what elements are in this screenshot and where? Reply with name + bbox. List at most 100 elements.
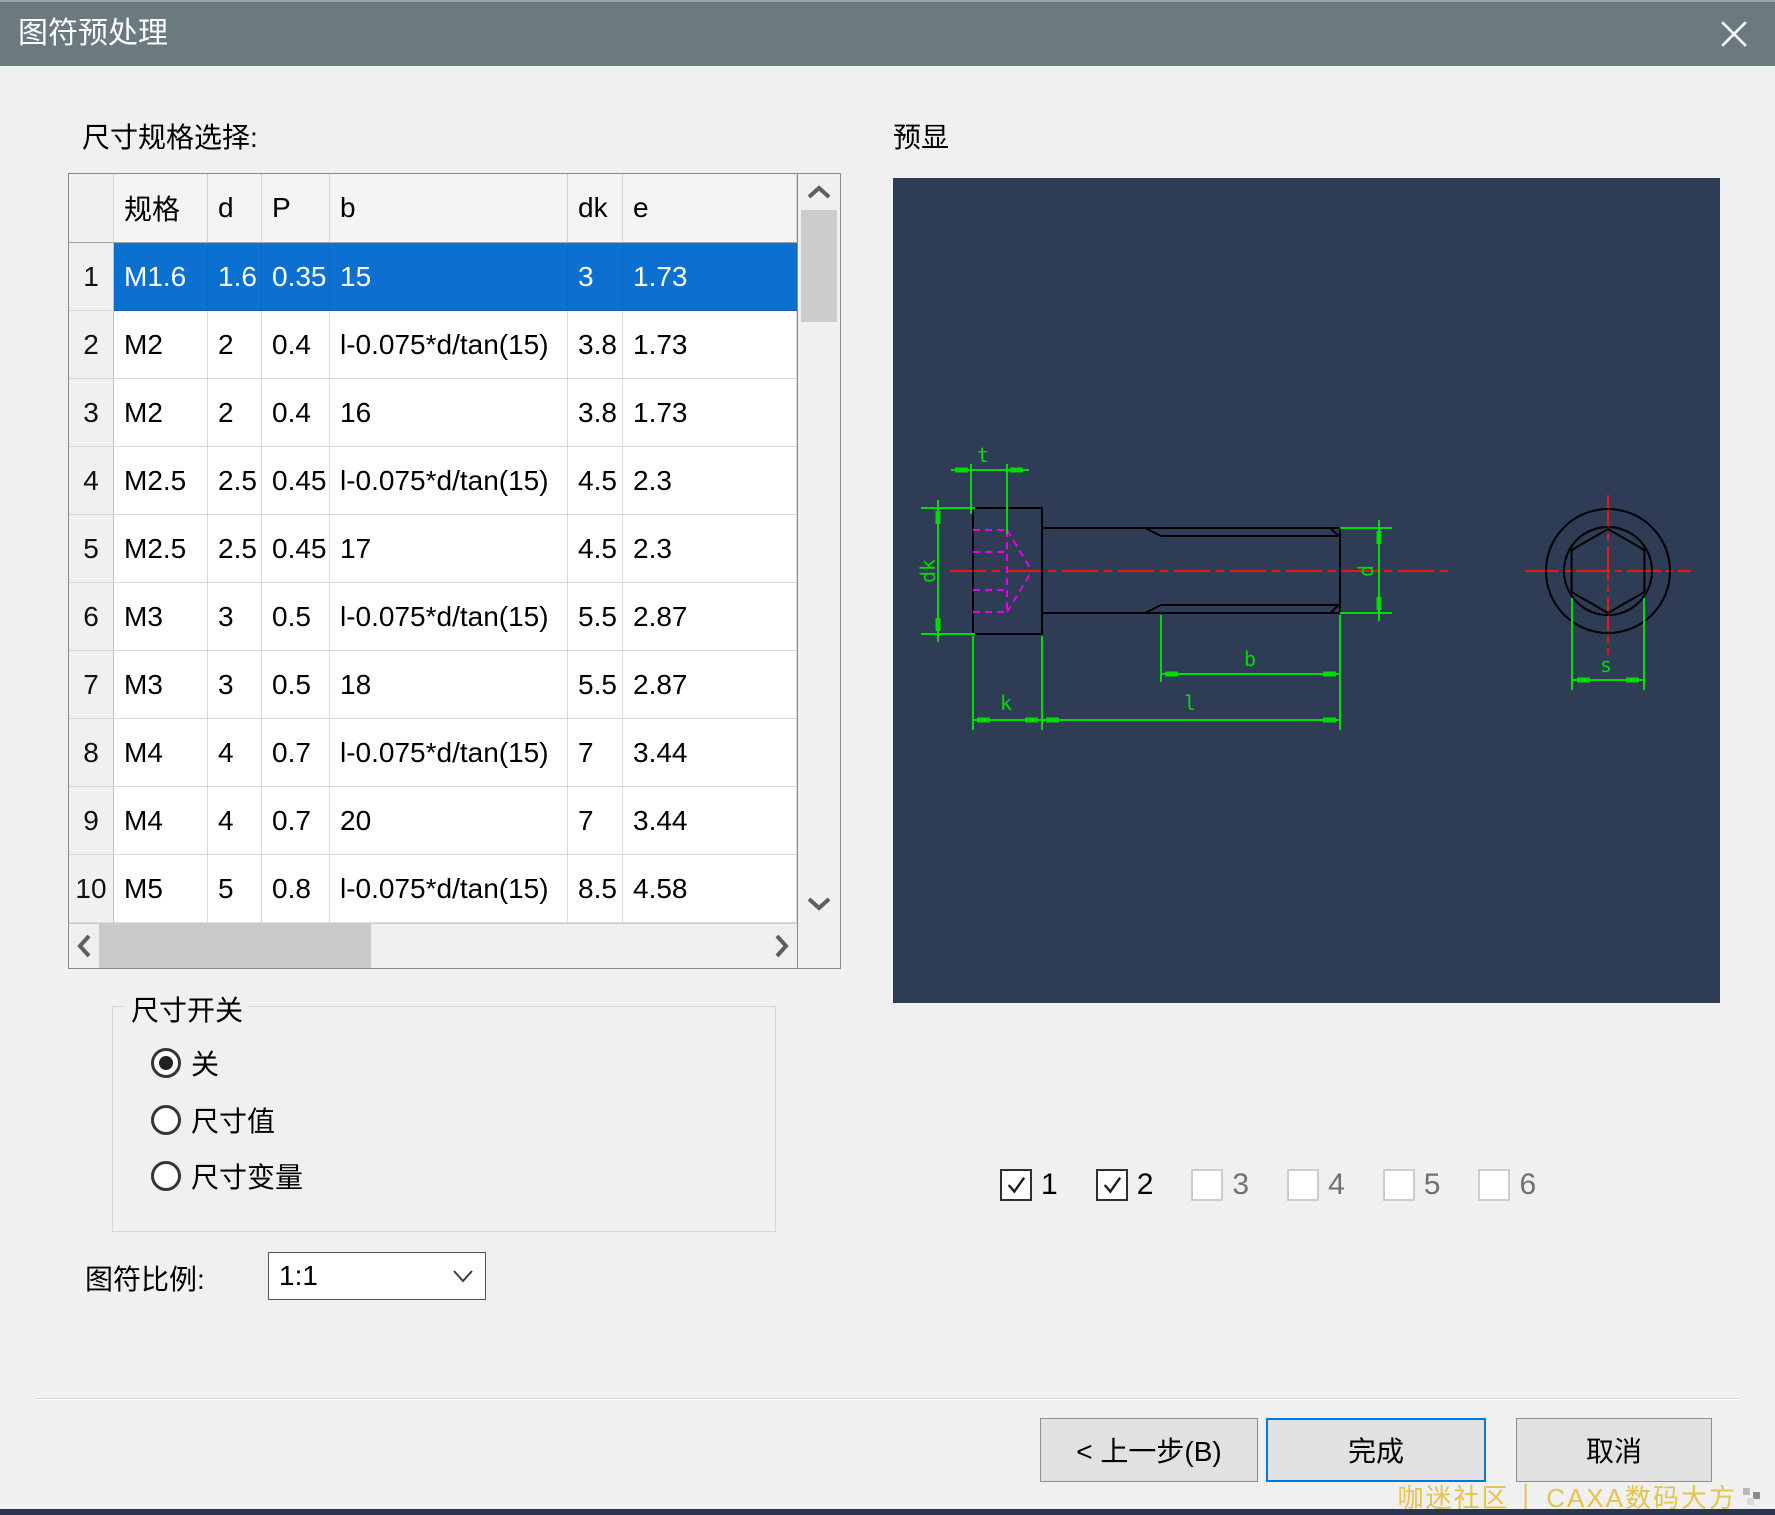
table-row[interactable]: 9M440.72073.44	[69, 787, 797, 855]
dim-label-l: l	[1184, 691, 1196, 715]
table-cell: 3.8	[568, 379, 623, 447]
table-cell: 4	[208, 787, 262, 855]
table-cell: M2	[114, 311, 208, 379]
dim-label-dk: dk	[916, 559, 940, 583]
chevron-down-icon	[451, 1269, 485, 1284]
scroll-down-arrow[interactable]	[798, 888, 840, 920]
table-cell: 0.8	[262, 855, 330, 923]
back-button[interactable]: < 上一步(B)	[1040, 1418, 1258, 1482]
table-cell: 5	[208, 855, 262, 923]
table-cell: l-0.075*d/tan(15)	[330, 447, 568, 515]
table-row[interactable]: 8M440.7l-0.075*d/tan(15)73.44	[69, 719, 797, 787]
row-number: 8	[69, 719, 114, 787]
row-number: 6	[69, 583, 114, 651]
radio-label: 尺寸变量	[191, 1156, 303, 1196]
table-cell: M4	[114, 719, 208, 787]
table-cell: 2.87	[623, 583, 797, 651]
column-header: e	[623, 174, 797, 243]
table-row[interactable]: 7M330.5185.52.87	[69, 651, 797, 719]
row-number: 10	[69, 855, 114, 923]
column-header: 规格	[114, 174, 208, 243]
scale-select[interactable]: 1:1	[268, 1252, 486, 1300]
checkbox-label: 4	[1328, 1168, 1345, 1202]
table-cell: M3	[114, 651, 208, 719]
table-cell: M4	[114, 787, 208, 855]
table-cell: 17	[330, 515, 568, 583]
row-number: 5	[69, 515, 114, 583]
table-cell: M2.5	[114, 515, 208, 583]
table-cell: 0.4	[262, 311, 330, 379]
view-toggle-row: 123456	[1000, 1168, 1536, 1202]
table-cell: 0.7	[262, 787, 330, 855]
finish-button[interactable]: 完成	[1266, 1418, 1486, 1482]
table-corner-cell	[69, 174, 114, 243]
row-number: 3	[69, 379, 114, 447]
scroll-left-arrow[interactable]	[69, 924, 99, 968]
table-cell: M5	[114, 855, 208, 923]
scale-value: 1:1	[269, 1260, 451, 1292]
close-button[interactable]	[1705, 2, 1763, 66]
dim-label-k: k	[1000, 691, 1012, 715]
checkbox-label: 6	[1519, 1168, 1536, 1202]
table-cell: 1.6	[208, 243, 262, 311]
table-cell: 0.45	[262, 447, 330, 515]
table-cell: 3	[208, 583, 262, 651]
table-cell: M2.5	[114, 447, 208, 515]
radio-circle-icon	[151, 1161, 181, 1191]
radio-option-1[interactable]: 关	[151, 1043, 219, 1083]
table-cell: 3.44	[623, 719, 797, 787]
table-row[interactable]: 2M220.4l-0.075*d/tan(15)3.81.73	[69, 311, 797, 379]
preview-label: 预显	[893, 116, 949, 156]
table-cell: 0.5	[262, 651, 330, 719]
checkbox-label: 3	[1232, 1168, 1249, 1202]
view-toggle-6: 6	[1478, 1168, 1536, 1202]
table-cell: 2.5	[208, 515, 262, 583]
vertical-scroll-thumb[interactable]	[801, 210, 837, 322]
table-cell: 16	[330, 379, 568, 447]
view-toggle-2[interactable]: 2	[1096, 1168, 1154, 1202]
chevron-left-icon	[75, 933, 93, 959]
row-number: 2	[69, 311, 114, 379]
horizontal-scroll-thumb[interactable]	[99, 924, 371, 968]
table-row[interactable]: 1M1.61.60.351531.73	[69, 243, 797, 311]
table-cell: 5.5	[568, 583, 623, 651]
table-cell: 2.3	[623, 515, 797, 583]
radio-circle-icon	[151, 1105, 181, 1135]
symbol-preprocess-dialog: 图符预处理 尺寸规格选择: 规格dPbdke 1M1.61.60.351531.…	[0, 0, 1775, 1515]
table-cell: 0.35	[262, 243, 330, 311]
table-cell: 7	[568, 719, 623, 787]
table-cell: 2.5	[208, 447, 262, 515]
dim-switch-label: 尺寸开关	[125, 989, 249, 1029]
dim-label-t: t	[977, 443, 989, 467]
horizontal-scrollbar[interactable]	[69, 923, 797, 968]
table-cell: 0.7	[262, 719, 330, 787]
scroll-right-arrow[interactable]	[767, 924, 797, 968]
radio-option-3[interactable]: 尺寸变量	[151, 1156, 303, 1196]
table-row[interactable]: 5M2.52.50.45174.52.3	[69, 515, 797, 583]
radio-circle-icon	[151, 1048, 181, 1078]
table-cell: 8.5	[568, 855, 623, 923]
table-cell: 2.3	[623, 447, 797, 515]
table-row[interactable]: 4M2.52.50.45l-0.075*d/tan(15)4.52.3	[69, 447, 797, 515]
table-cell: l-0.075*d/tan(15)	[330, 719, 568, 787]
dim-label-b: b	[1244, 647, 1256, 671]
scroll-up-arrow[interactable]	[798, 176, 840, 208]
checkmark-icon	[1099, 1172, 1125, 1198]
close-icon	[1720, 20, 1748, 48]
vertical-scrollbar[interactable]	[797, 174, 840, 968]
table-cell: 7	[568, 787, 623, 855]
table-cell: 1.73	[623, 311, 797, 379]
screw-drawing: t dk d b	[893, 178, 1720, 1003]
table-cell: 1.73	[623, 379, 797, 447]
cancel-button[interactable]: 取消	[1516, 1418, 1712, 1482]
checkmark-icon	[1003, 1172, 1029, 1198]
table-row[interactable]: 6M330.5l-0.075*d/tan(15)5.52.87	[69, 583, 797, 651]
table-row[interactable]: 10M550.8l-0.075*d/tan(15)8.54.58	[69, 855, 797, 923]
radio-option-2[interactable]: 尺寸值	[151, 1100, 275, 1140]
table-cell: l-0.075*d/tan(15)	[330, 583, 568, 651]
dim-switch-group: 尺寸开关 关尺寸值尺寸变量	[112, 1006, 776, 1232]
table-cell: 2	[208, 379, 262, 447]
table-row[interactable]: 3M220.4163.81.73	[69, 379, 797, 447]
column-header: d	[208, 174, 262, 243]
view-toggle-1[interactable]: 1	[1000, 1168, 1058, 1202]
